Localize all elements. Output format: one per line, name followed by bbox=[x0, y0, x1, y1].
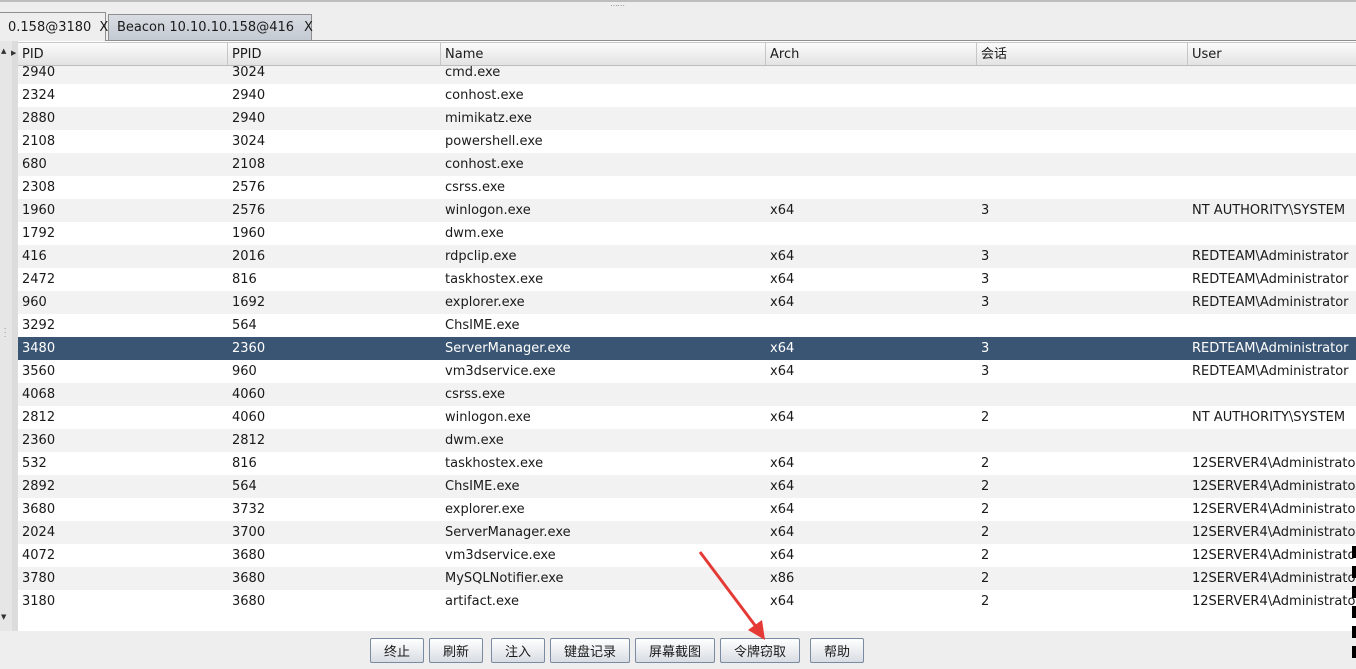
annotation-arrow-icon bbox=[698, 551, 765, 640]
